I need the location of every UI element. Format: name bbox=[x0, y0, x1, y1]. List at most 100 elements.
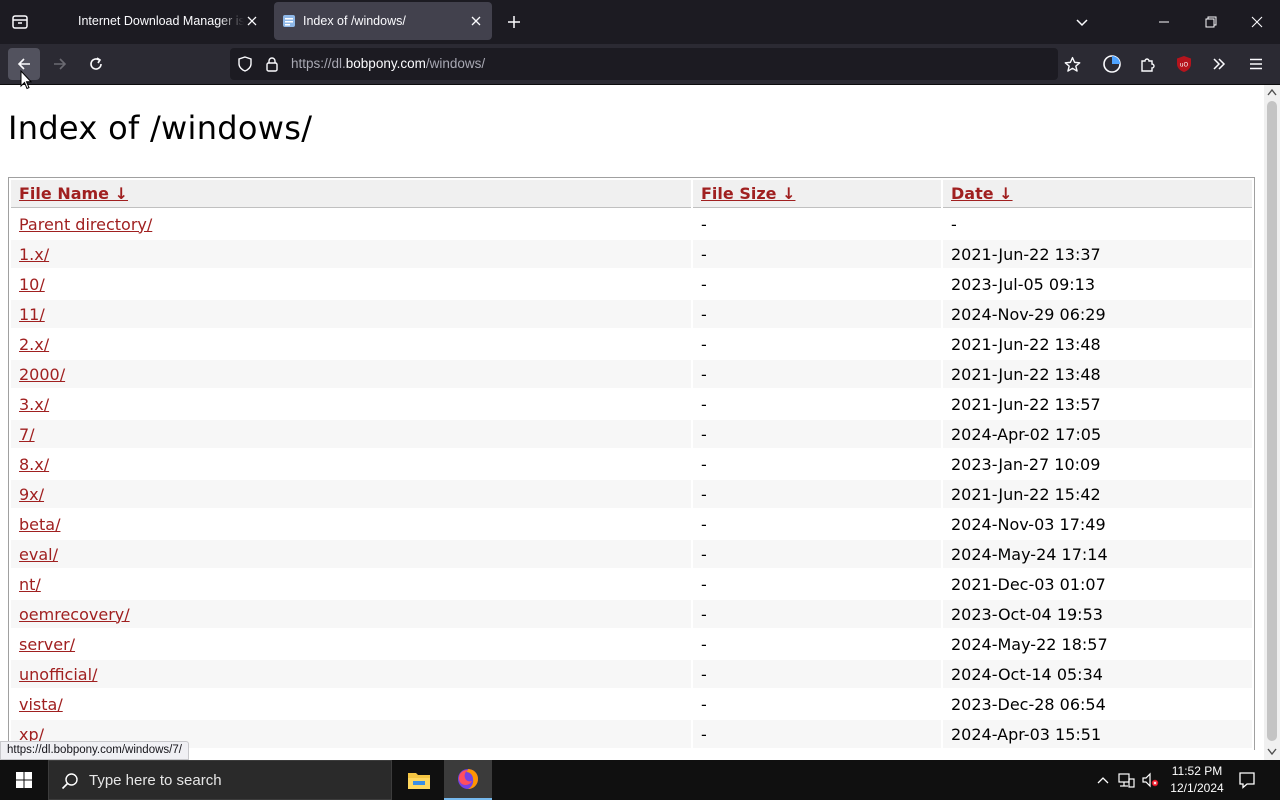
firefox-account-icon[interactable] bbox=[1100, 52, 1124, 76]
table-row: xp/-2024-Apr-03 15:51 bbox=[11, 720, 1252, 748]
volume-muted-icon[interactable] bbox=[1140, 770, 1160, 790]
file-name-link[interactable]: vista/ bbox=[19, 695, 63, 714]
date-cell: 2023-Jul-05 09:13 bbox=[951, 274, 1096, 294]
more-tools-chevrons-icon[interactable] bbox=[1207, 52, 1231, 76]
date-cell: 2024-Nov-03 17:49 bbox=[951, 514, 1106, 534]
file-name-link[interactable]: 9x/ bbox=[19, 485, 44, 504]
file-name-link[interactable]: 8.x/ bbox=[19, 455, 49, 474]
file-name-cell: eval/ bbox=[11, 540, 691, 568]
file-name-link[interactable]: 10/ bbox=[19, 275, 45, 294]
url-text[interactable]: https://dl.bobpony.com/windows/ bbox=[291, 56, 485, 71]
network-icon[interactable] bbox=[1116, 770, 1136, 790]
file-name-cell: 3.x/ bbox=[11, 390, 691, 418]
reload-icon bbox=[90, 57, 102, 70]
tracking-protection-shield-icon[interactable] bbox=[236, 55, 254, 73]
file-name-link[interactable]: nt/ bbox=[19, 575, 41, 594]
file-size-cell: - bbox=[693, 660, 941, 688]
file-name-link[interactable]: unofficial/ bbox=[19, 665, 97, 684]
sort-by-date-link[interactable]: Date ↓ bbox=[951, 184, 1013, 203]
file-name-cell: unofficial/ bbox=[11, 660, 691, 688]
reload-button[interactable] bbox=[80, 48, 112, 80]
vertical-scrollbar[interactable] bbox=[1264, 85, 1280, 760]
taskbar-search-box[interactable]: Type here to search bbox=[48, 760, 392, 800]
windows-taskbar: Type here to search 11:52 PM 12/1/2024 bbox=[0, 760, 1280, 800]
file-name-link[interactable]: 2000/ bbox=[19, 365, 65, 384]
file-size-cell: - bbox=[693, 360, 941, 388]
minimize-button[interactable] bbox=[1150, 10, 1178, 34]
file-name-link[interactable]: oemrecovery/ bbox=[19, 605, 130, 624]
scrollbar-thumb[interactable] bbox=[1267, 101, 1277, 741]
restore-button[interactable] bbox=[1197, 10, 1225, 34]
sort-by-name-link[interactable]: File Name ↓ bbox=[19, 184, 128, 203]
table-row: 2.x/ - 2021-Jun-22 13:48 bbox=[11, 330, 1252, 358]
address-bar[interactable]: https://dl.bobpony.com/windows/ bbox=[230, 48, 1080, 80]
date-cell: 2021-Jun-22 13:48 bbox=[943, 360, 1252, 388]
url-path: /windows/ bbox=[425, 56, 486, 71]
table-header-row: File Name ↓ File Size ↓ Date ↓ bbox=[11, 180, 1252, 208]
table-row: 3.x/ - 2021-Jun-22 13:57 bbox=[11, 390, 1252, 418]
file-name-link[interactable]: 3.x/ bbox=[19, 395, 49, 414]
file-name-link[interactable]: 1.x/ bbox=[19, 245, 49, 264]
file-size-cell: - bbox=[693, 300, 941, 328]
svg-text:uO: uO bbox=[1180, 62, 1189, 69]
date-cell: 2021-Jun-22 13:48 bbox=[951, 334, 1101, 354]
file-name-cell: 2.x/ bbox=[11, 330, 691, 358]
date-cell: 2024-Nov-29 06:29 bbox=[943, 300, 1252, 328]
minimize-icon bbox=[1159, 21, 1169, 23]
date-cell: 2024-Apr-03 15:51 bbox=[943, 720, 1252, 748]
file-size-cell: - bbox=[693, 720, 941, 748]
restore-icon bbox=[1205, 16, 1217, 28]
forward-button[interactable] bbox=[44, 48, 76, 80]
table-row: 7/ -2024-Apr-02 17:05 bbox=[11, 420, 1252, 448]
file-name-cell: 9x/ bbox=[11, 480, 691, 508]
bookmark-star-icon[interactable] bbox=[1063, 55, 1081, 73]
extensions-puzzle-icon[interactable] bbox=[1136, 52, 1160, 76]
page-favicon-icon bbox=[282, 14, 296, 28]
file-name-link[interactable]: 2.x/ bbox=[19, 335, 49, 354]
file-name-link[interactable]: 11/ bbox=[19, 305, 45, 324]
new-tab-button[interactable] bbox=[502, 10, 526, 34]
tab-index-windows[interactable]: Index of /windows/ bbox=[274, 2, 492, 40]
taskbar-clock[interactable]: 11:52 PM 12/1/2024 bbox=[1164, 763, 1230, 797]
file-name-link[interactable]: 7/ bbox=[19, 425, 35, 444]
sort-by-size-link[interactable]: File Size ↓ bbox=[701, 184, 795, 203]
tab-title: Internet Download Manager is c bbox=[78, 14, 244, 28]
close-icon[interactable] bbox=[244, 13, 260, 29]
table-row: 11/ -2024-Nov-29 06:29 bbox=[11, 300, 1252, 328]
table-row: beta/ - 2024-Nov-03 17:49 bbox=[11, 510, 1252, 538]
close-icon bbox=[1251, 16, 1263, 28]
page-title: Index of /windows/ bbox=[8, 109, 313, 147]
table-row: oemrecovery/ -2023-Oct-04 19:53 bbox=[11, 600, 1252, 628]
clock-date: 12/1/2024 bbox=[1170, 781, 1224, 795]
date-cell: 2021-Jun-22 13:57 bbox=[951, 394, 1101, 414]
app-menu-hamburger-icon[interactable] bbox=[1244, 52, 1268, 76]
file-table: File Name ↓ File Size ↓ Date ↓ Parent di… bbox=[9, 178, 1254, 750]
file-name-link[interactable]: Parent directory/ bbox=[19, 215, 152, 234]
mouse-cursor-icon bbox=[20, 70, 32, 90]
start-button[interactable] bbox=[0, 760, 48, 800]
file-size-cell: - bbox=[701, 514, 707, 534]
close-icon[interactable] bbox=[468, 13, 484, 29]
notification-center-icon[interactable] bbox=[1236, 769, 1258, 791]
ublock-origin-icon[interactable]: uO bbox=[1172, 52, 1196, 76]
date-cell: 2023-Jan-27 10:09 bbox=[951, 454, 1101, 474]
url-scheme: https://dl. bbox=[291, 56, 346, 71]
date-cell: - bbox=[951, 214, 957, 234]
file-name-link[interactable]: server/ bbox=[19, 635, 75, 654]
file-name-cell: Parent directory/ bbox=[11, 210, 691, 238]
file-explorer-taskbar-button[interactable] bbox=[395, 760, 443, 800]
table-row: nt/ - 2021-Dec-03 01:07 bbox=[11, 570, 1252, 598]
list-all-tabs-button[interactable] bbox=[1070, 10, 1094, 34]
tab-overview-icon[interactable] bbox=[8, 10, 32, 34]
tab-idm[interactable]: Internet Download Manager is c bbox=[68, 2, 268, 40]
show-hidden-icons-chevron-icon[interactable] bbox=[1094, 770, 1112, 790]
table-row: 1.x/ -2021-Jun-22 13:37 bbox=[11, 240, 1252, 268]
file-name-link[interactable]: beta/ bbox=[19, 515, 60, 534]
lock-icon[interactable] bbox=[263, 55, 281, 73]
scroll-down-arrow-icon bbox=[1267, 748, 1277, 756]
table-row: 8.x/ - 2023-Jan-27 10:09 bbox=[11, 450, 1252, 478]
file-size-cell: - bbox=[701, 274, 707, 294]
firefox-taskbar-button[interactable] bbox=[444, 760, 492, 800]
file-name-link[interactable]: eval/ bbox=[19, 545, 58, 564]
close-window-button[interactable] bbox=[1243, 10, 1271, 34]
